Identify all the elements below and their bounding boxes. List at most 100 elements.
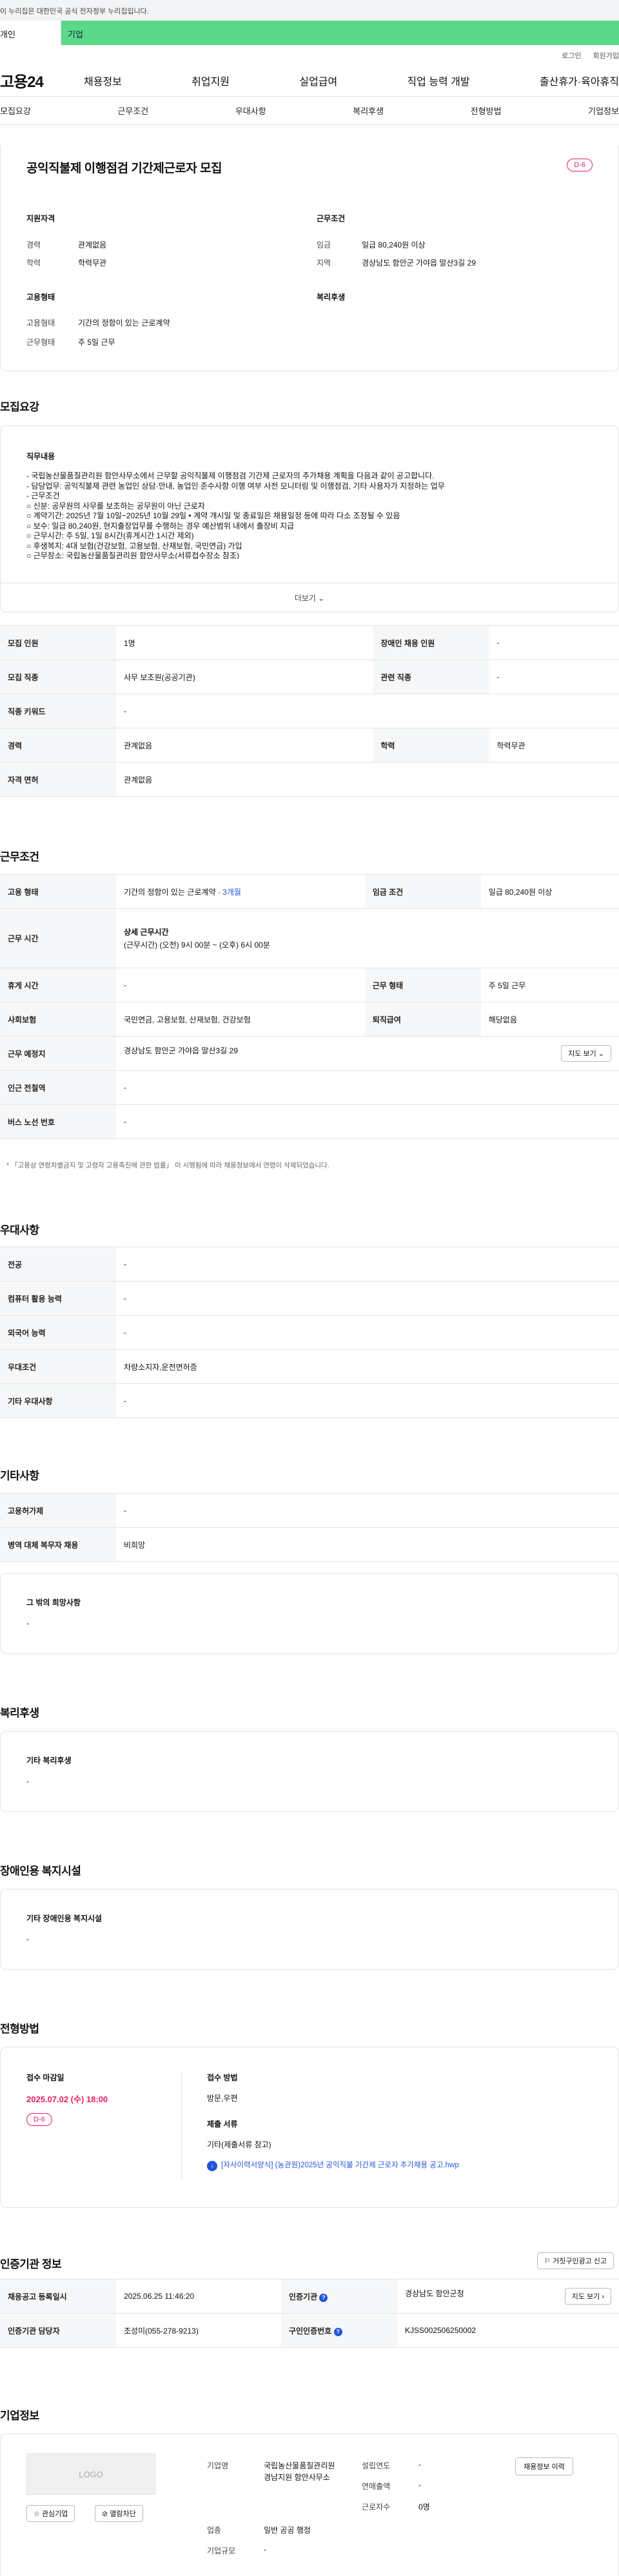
welfare-value: - xyxy=(26,1777,29,1786)
tab-preferences[interactable]: 우대사항 xyxy=(235,104,266,117)
row-value: 관계없음 xyxy=(116,728,373,763)
loc-label: 근무 예정지 xyxy=(0,1036,116,1071)
attachment-link[interactable]: ↓ [자사이력서양식] (농관원)2025년 공익직불 기간제 근로자 추가채용 … xyxy=(207,2160,459,2171)
row-label: 전공 xyxy=(0,1247,116,1282)
row-value: 사무 보조원(공공기관) xyxy=(116,659,373,694)
wage-label: 임금 xyxy=(317,240,331,249)
table-row: 모집 직종 사무 보조원(공공기관) 관련 직종 - xyxy=(0,659,619,694)
row-label: 기타 우대사항 xyxy=(0,1383,116,1418)
more-button[interactable]: 더보기 ⌄ xyxy=(1,592,618,603)
row-value: 비희망 xyxy=(116,1527,619,1562)
agency-heading: 인증기관 정보 xyxy=(0,2258,62,2270)
siren-icon: ⚐ xyxy=(544,2258,551,2265)
method-value: 방문,우편 xyxy=(207,2094,238,2103)
gnb-item-employment-support[interactable]: 취업지원 xyxy=(192,73,230,88)
tab-personal-label: 개인 xyxy=(0,30,15,39)
more-label: 더보기 xyxy=(294,594,316,603)
duty-line: ○ 보수: 일급 80,240원, 현지출장업무를 수행하는 경우 예산범위 내… xyxy=(26,521,295,531)
chevron-down-icon: ⌄ xyxy=(318,594,325,603)
tab-company-info[interactable]: 기업정보 xyxy=(588,104,619,117)
row-label: 병역 대체 복무자 채용 xyxy=(0,1527,116,1562)
table-row: 인증기관 담당자 조성미(055-278-9213) 구인인증번호 ? KJSS… xyxy=(0,2313,619,2348)
global-nav: 고용24 채용정보 취업지원 실업급여 직업 능력 개발 출산휴가·육아휴직 xyxy=(0,64,619,97)
etc-value: - xyxy=(26,1619,29,1628)
emp-label: 고용 형태 xyxy=(0,874,116,909)
map-button[interactable]: 지도 보기 ⌄ xyxy=(561,1045,611,1062)
row-label: 장애인 채용 인원 xyxy=(373,625,489,660)
selection-card: 접수 마감일 2025.07.02 (수) 18:00 D-6 접수 방법 방문… xyxy=(0,2047,619,2208)
table-row: 휴게 시간 - 근무 형태 주 5일 근무 xyxy=(0,968,619,1002)
gnb-item-jobs[interactable]: 채용정보 xyxy=(84,73,122,88)
row-value: - xyxy=(116,1383,619,1418)
row-label: 직종 키워드 xyxy=(0,694,116,728)
type-value: 주 5일 근무 xyxy=(480,968,619,1002)
report-fake-ad-button[interactable]: ⚐ 거짓구인광고 신고 xyxy=(537,2252,614,2269)
emp-title: 고용형태 xyxy=(26,293,55,302)
row-value: - xyxy=(116,1315,619,1350)
time-label: 근무 시간 xyxy=(0,908,116,968)
time-value: 상세 근무시간 (근무시간) (오전) 9시 00분 ~ (오후) 6시 00분 xyxy=(116,908,619,968)
tab-company[interactable]: 기업 xyxy=(61,21,619,45)
favorite-label: 관심기업 xyxy=(41,2510,68,2518)
recruit-table: 모집 인원 1명 장애인 채용 인원 - 모집 직종 사무 보조원(공공기관) 관련 직종… xyxy=(0,625,619,797)
company-year-label: 설립연도 xyxy=(362,2461,391,2470)
ins-value: 국민연금, 고용보험, 산재보험, 건강보험 xyxy=(116,1002,365,1037)
block-icon: ⊘ xyxy=(102,2510,108,2518)
tab-conditions[interactable]: 근무조건 xyxy=(117,104,148,117)
gnb-item-training[interactable]: 직업 능력 개발 xyxy=(407,73,469,88)
block-company-button[interactable]: ⊘ 열람차단 xyxy=(95,2505,143,2522)
company-staff-label: 근로자수 xyxy=(362,2503,391,2512)
row-value: 차량소지자,운전면허증 xyxy=(116,1349,619,1384)
agency-table: 채용공고 등록일시 2025.06.25 11:46:20 인증기관 ? 경상남… xyxy=(0,2279,619,2348)
login-link[interactable]: 로그인 xyxy=(562,52,581,60)
type-label: 근무 형태 xyxy=(364,968,481,1002)
req-title: 지원자격 xyxy=(26,214,55,223)
cond-list: 임금 일급 80,240원 이상 지역 경상남도 함안군 가야읍 말산3길 29 xyxy=(317,236,476,272)
preferences-table: 전공 - 컴퓨터 활용 능력 - 외국어 능력 - 우대조건 차량소지자,운전면허증 기… xyxy=(0,1247,619,1418)
method-title: 접수 방법 xyxy=(207,2073,238,2082)
tab-selection[interactable]: 전형방법 xyxy=(471,104,502,117)
company-year: - xyxy=(418,2460,421,2469)
tab-welfare[interactable]: 복리후생 xyxy=(353,104,384,117)
gnb-item-leave[interactable]: 출산휴가·육아휴직 xyxy=(540,73,619,88)
attachment-icon: ↓ xyxy=(207,2161,217,2171)
row-value: - xyxy=(116,1493,619,1528)
site-logo[interactable]: 고용24 xyxy=(0,69,71,92)
others-heading: 기타사항 xyxy=(0,1470,39,1482)
table-row: 근무 시간 상세 근무시간 (근무시간) (오전) 9시 00분 ~ (오후) … xyxy=(0,908,619,968)
row-value: 관계없음 xyxy=(116,762,619,797)
welfare-title-text: 기타 복리후생 xyxy=(26,1756,72,1765)
info-icon[interactable]: ? xyxy=(333,2327,342,2336)
table-row: 인근 전철역 - xyxy=(0,1070,619,1105)
time-title: 상세 근무시간 xyxy=(124,927,169,937)
org-value: 경상남도 함안군청 지도 보기 › xyxy=(397,2279,619,2314)
conditions-heading: 근무조건 xyxy=(0,851,39,863)
job-history-button[interactable]: 채용정보 이력 xyxy=(515,2457,573,2475)
gnb-item-unemployment[interactable]: 실업급여 xyxy=(299,73,337,88)
sub-value: - xyxy=(116,1070,619,1105)
row-label: 외국어 능력 xyxy=(0,1315,116,1350)
company-sales-label: 연매출액 xyxy=(362,2482,391,2491)
num-value: KJSS002506250002 xyxy=(397,2313,619,2348)
table-row: 채용공고 등록일시 2025.06.25 11:46:20 인증기관 ? 경상남… xyxy=(0,2279,619,2314)
row-label: 고용허가제 xyxy=(0,1493,116,1528)
favorite-company-button[interactable]: ☆ 관심기업 xyxy=(26,2505,75,2522)
duty-text: - 국립농산물품질관리원 함안사무소에서 근무할 공익직불제 이행점검 기간제 … xyxy=(26,471,594,559)
report-button-label: 거짓구인광고 신고 xyxy=(552,2258,607,2265)
tab-recruit[interactable]: 모집요강 xyxy=(0,104,31,117)
row-label: 학력 xyxy=(373,728,489,763)
docs-title: 제출 서류 xyxy=(207,2120,238,2129)
info-icon[interactable]: ? xyxy=(319,2293,328,2302)
table-row: 자격 면허 관계없음 xyxy=(0,762,619,797)
agency-map-button[interactable]: 지도 보기 › xyxy=(564,2288,611,2305)
table-row: 사회보험 국민연금, 고용보험, 산재보험, 건강보험 퇴직급여 해당없음 xyxy=(0,1002,619,1037)
join-link[interactable]: 회원가입 xyxy=(593,52,619,60)
edu-label: 학력 xyxy=(26,259,41,268)
company-biz: 일반 공공 행정 xyxy=(264,2526,311,2535)
sub-label: 인근 전철역 xyxy=(0,1070,116,1105)
table-row: 컴퓨터 활용 능력 - xyxy=(0,1281,619,1316)
company-name: 국립농산물품질관리원경남지원 함안사무소 xyxy=(264,2461,335,2482)
tab-personal[interactable]: 개인 xyxy=(0,21,61,45)
company-heading: 기업정보 xyxy=(0,2410,39,2422)
duty-line: ○ 근무시간: 주 5일, 1일 8시간(휴게시간 1시간 제외) xyxy=(26,531,194,540)
